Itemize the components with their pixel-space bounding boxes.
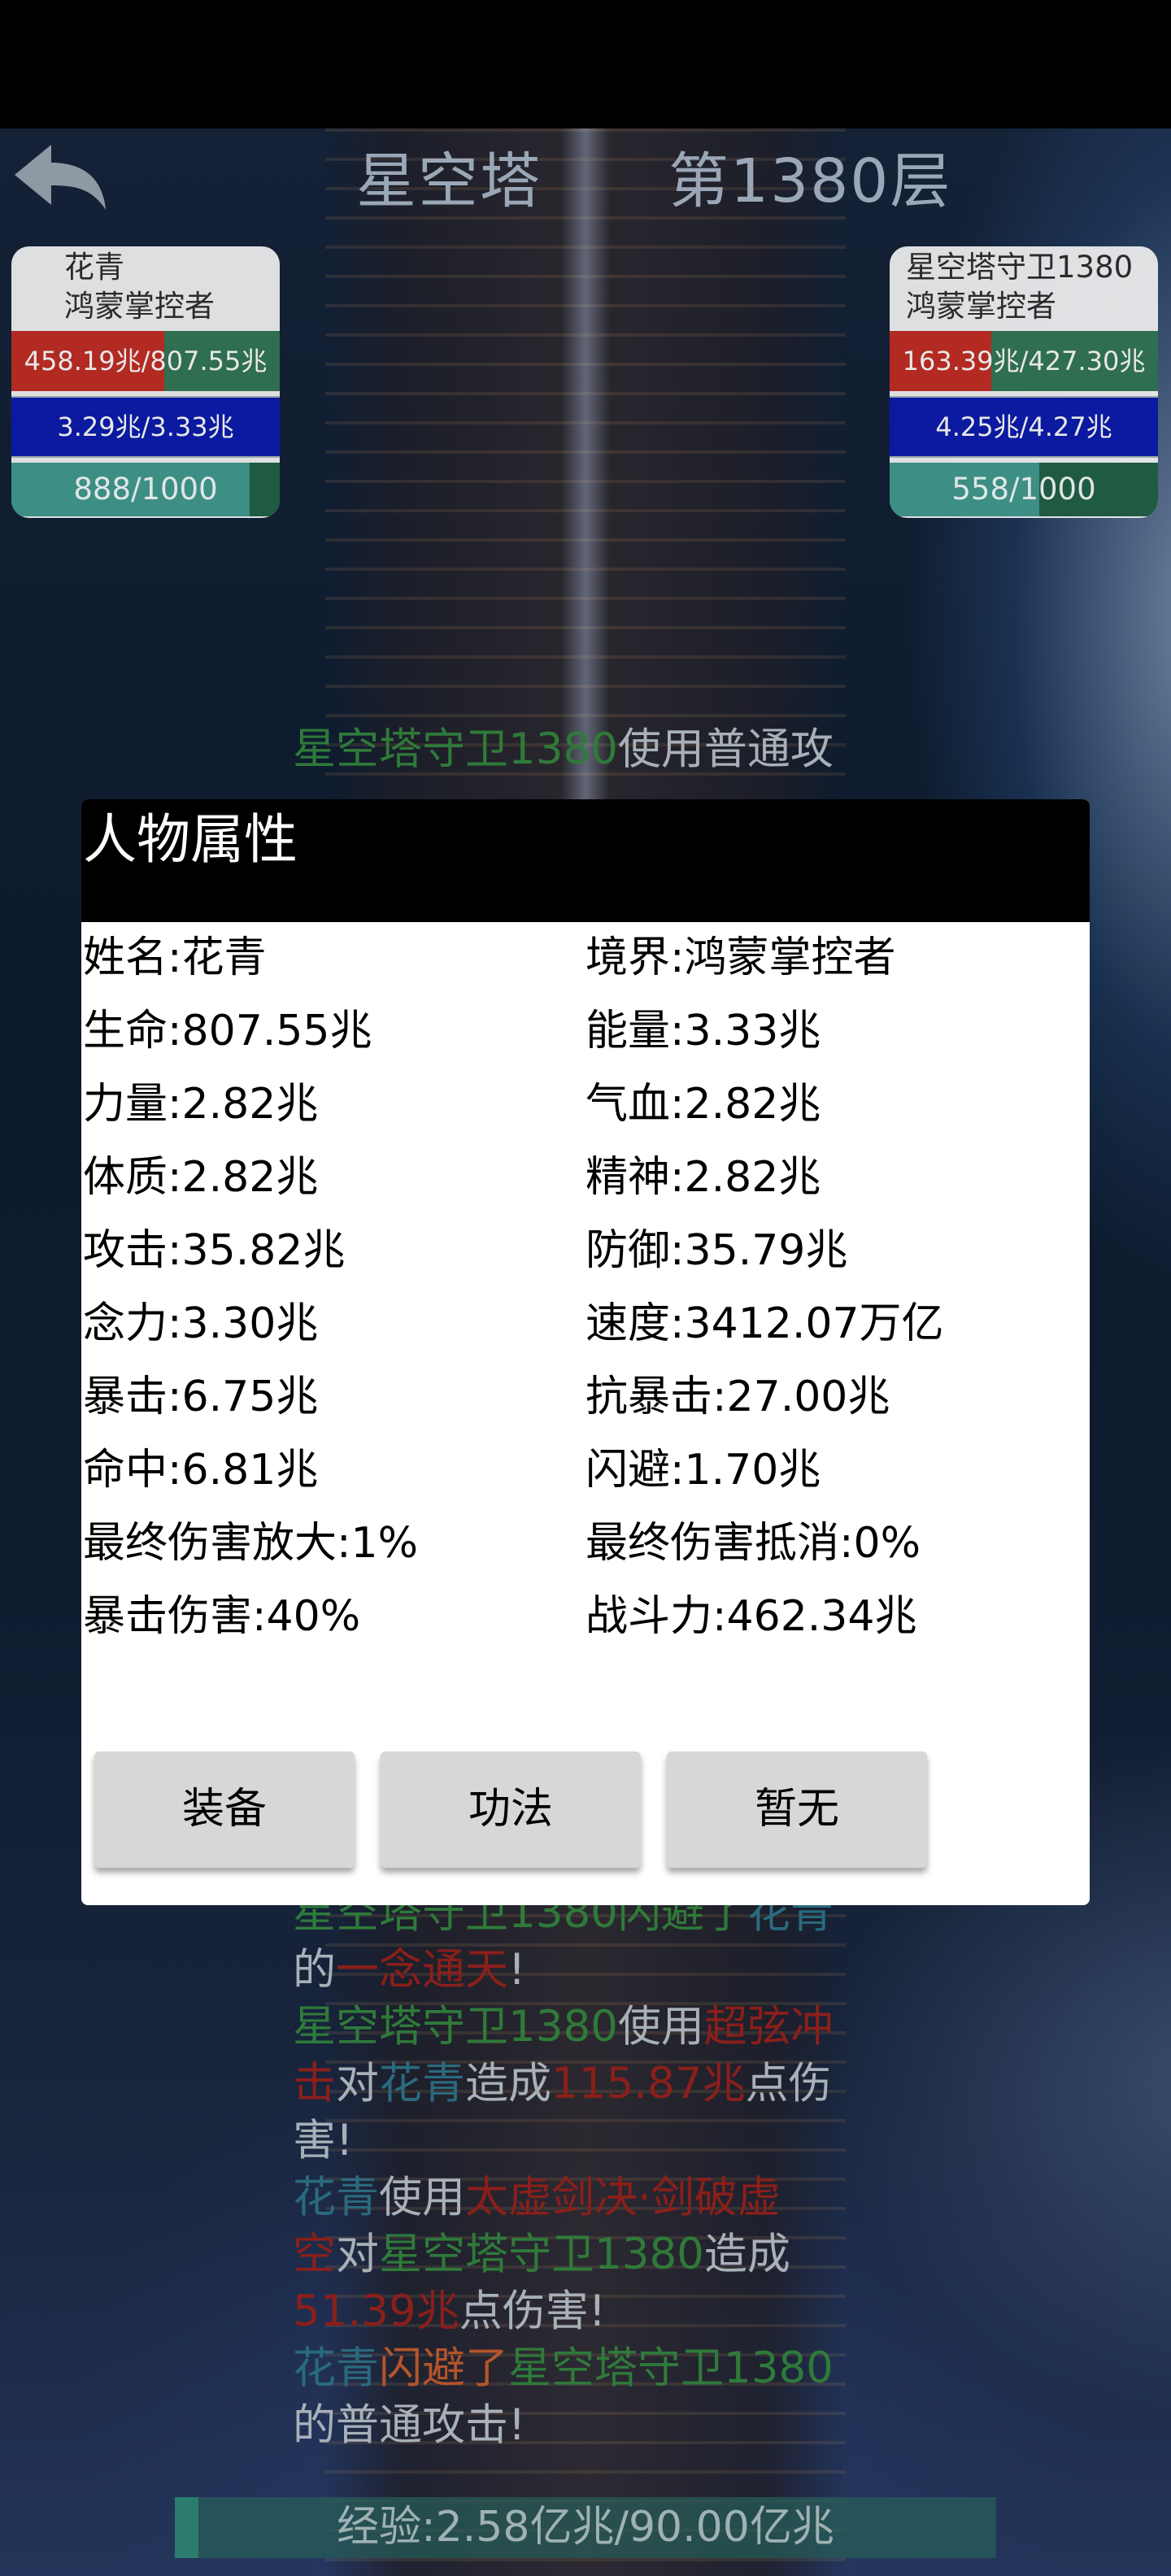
attribute-item: 体质:2.82兆 — [83, 1153, 319, 1202]
attribute-item: 姓名:花青 — [83, 933, 267, 982]
skills-button[interactable]: 功法 — [381, 1751, 641, 1868]
log-line: 害! — [293, 2113, 878, 2169]
attributes-dialog: 人物属性 姓名:花青 境界:鸿蒙掌控者生命:807.55兆 能量:3.33兆力量:2… — [81, 799, 1090, 1905]
player-hp-bar: 458.19兆/807.55兆 — [11, 331, 280, 391]
attribute-item: 暴击伤害:40% — [83, 1592, 361, 1641]
log-line: 的一念通天! — [293, 1942, 878, 1999]
attribute-item: 生命:807.55兆 — [83, 1007, 372, 1055]
enemy-energy-text: 558/1000 — [951, 472, 1096, 507]
log-segment: 51.39兆 — [293, 2287, 459, 2336]
player-energy-text: 888/1000 — [73, 472, 218, 507]
log-segment: 一念通天 — [336, 1945, 508, 1995]
log-segment: ! — [508, 1945, 526, 1995]
attribute-item: 抗暴击:27.00兆 — [586, 1373, 890, 1421]
status-bar — [0, 0, 1171, 128]
player-realm: 鸿蒙掌控者 — [64, 289, 215, 324]
enemy-realm: 鸿蒙掌控者 — [906, 289, 1056, 324]
enemy-mp-text: 4.25兆/4.27兆 — [935, 411, 1112, 442]
enemy-mp-bar: 4.25兆/4.27兆 — [890, 396, 1158, 458]
floor-title: 第1380层 — [668, 146, 952, 216]
attribute-item: 防御:35.79兆 — [586, 1226, 848, 1275]
player-mp-bar: 3.29兆/3.33兆 — [11, 396, 280, 458]
attribute-item: 最终伤害抵消:0% — [586, 1519, 921, 1568]
player-name: 花青 — [64, 250, 124, 285]
log-segment: 超弦冲 — [703, 2002, 834, 2052]
none-button[interactable]: 暂无 — [667, 1751, 927, 1868]
enemy-card[interactable]: 星空塔守卫1380 鸿蒙掌控者 163.39兆/427.30兆 4.25兆/4.… — [890, 246, 1158, 518]
attribute-item: 最终伤害放大:1% — [83, 1519, 419, 1568]
log-segment: 的 — [293, 1945, 336, 1995]
attribute-list: 姓名:花青 境界:鸿蒙掌控者生命:807.55兆 能量:3.33兆力量:2.82兆 气… — [81, 922, 1090, 1686]
attribute-item: 攻击:35.82兆 — [83, 1226, 346, 1275]
tower-title: 星空塔 — [356, 146, 542, 216]
log-line: 星空塔守卫1380使用超弦冲 — [293, 1999, 878, 2056]
log-segment: 点伤 — [745, 2059, 832, 2108]
experience-text: 经验:2.58亿兆/90.00亿兆 — [337, 2503, 834, 2552]
enemy-hp-text: 163.39兆/427.30兆 — [902, 346, 1146, 376]
player-hp-text: 458.19兆/807.55兆 — [24, 346, 268, 376]
log-segment: 害! — [293, 2116, 354, 2165]
log-segment: 花青 — [293, 2343, 379, 2393]
log-segment: 花青 — [379, 2059, 465, 2108]
log-segment: 击 — [293, 2059, 336, 2108]
log-line: 空对星空塔守卫1380造成 — [293, 2226, 878, 2283]
player-card[interactable]: 花青 鸿蒙掌控者 458.19兆/807.55兆 3.29兆/3.33兆 888… — [11, 246, 280, 518]
log-segment: 对 — [336, 2059, 379, 2108]
log-segment: 使用 — [617, 724, 704, 774]
log-line: 击对花青造成115.87兆点伤 — [293, 2056, 878, 2113]
back-arrow-icon[interactable] — [7, 138, 112, 215]
log-segment: 普通攻 — [703, 724, 834, 774]
log-segment: 星空塔守卫1380 — [293, 2002, 618, 2052]
enemy-name: 星空塔守卫1380 — [906, 250, 1134, 285]
attribute-item: 闪避:1.70兆 — [586, 1446, 821, 1495]
attribute-item: 境界:鸿蒙掌控者 — [586, 933, 896, 982]
log-segment: 空 — [293, 2230, 336, 2279]
log-segment: 点伤害! — [459, 2287, 606, 2336]
log-segment: 115.87兆 — [551, 2059, 746, 2108]
log-line: 花青使用太虚剑决·剑破虚 — [293, 2169, 878, 2226]
log-line: 花青闪避了星空塔守卫1380 — [293, 2340, 878, 2397]
attribute-item: 气血:2.82兆 — [586, 1080, 821, 1129]
battle-log-bottom: 星空塔守卫1380闪避了花青 的一念通天! 星空塔守卫1380使用超弦冲 击对花青造成… — [293, 1885, 878, 2454]
equipment-button[interactable]: 装备 — [94, 1751, 355, 1868]
log-segment: 星空塔守卫1380 — [293, 724, 618, 774]
log-segment: 星空塔守卫1380 — [379, 2230, 704, 2279]
experience-bar: 经验:2.58亿兆/90.00亿兆 — [175, 2497, 996, 2558]
attribute-item: 暴击:6.75兆 — [83, 1373, 319, 1421]
attribute-item: 命中:6.81兆 — [83, 1446, 319, 1495]
log-segment: 使用 — [617, 2002, 704, 2052]
dialog-title: 人物属性 — [81, 799, 1090, 922]
log-line: 星空塔守卫1380使用普通攻 — [293, 721, 878, 778]
attribute-item: 力量:2.82兆 — [83, 1080, 319, 1129]
log-line: 的普通攻击! — [293, 2397, 878, 2454]
attribute-item: 念力:3.30兆 — [83, 1299, 319, 1348]
log-segment: 太虚剑决·剑破虚 — [465, 2173, 781, 2222]
enemy-hp-bar: 163.39兆/427.30兆 — [890, 331, 1158, 391]
log-segment: 造成 — [703, 2230, 790, 2279]
log-segment: 星空塔守卫1380 — [508, 2343, 834, 2393]
log-line: 51.39兆点伤害! — [293, 2283, 878, 2340]
attribute-item: 能量:3.33兆 — [586, 1007, 821, 1055]
attribute-item: 精神:2.82兆 — [586, 1153, 821, 1202]
battle-log-top: 星空塔守卫1380使用普通攻 — [293, 721, 878, 778]
player-energy-bar: 888/1000 — [11, 463, 280, 516]
log-segment: 对 — [336, 2230, 379, 2279]
attribute-item: 战斗力:462.34兆 — [586, 1592, 917, 1641]
log-segment: 花青 — [293, 2173, 379, 2222]
log-segment: 造成 — [465, 2059, 551, 2108]
log-segment: 使用 — [379, 2173, 465, 2222]
player-mp-text: 3.29兆/3.33兆 — [57, 411, 234, 442]
attribute-item: 速度:3412.07万亿 — [586, 1299, 944, 1348]
log-segment: 闪避了 — [379, 2343, 508, 2393]
log-segment: 的普通攻击! — [293, 2400, 526, 2450]
enemy-energy-bar: 558/1000 — [890, 463, 1158, 516]
